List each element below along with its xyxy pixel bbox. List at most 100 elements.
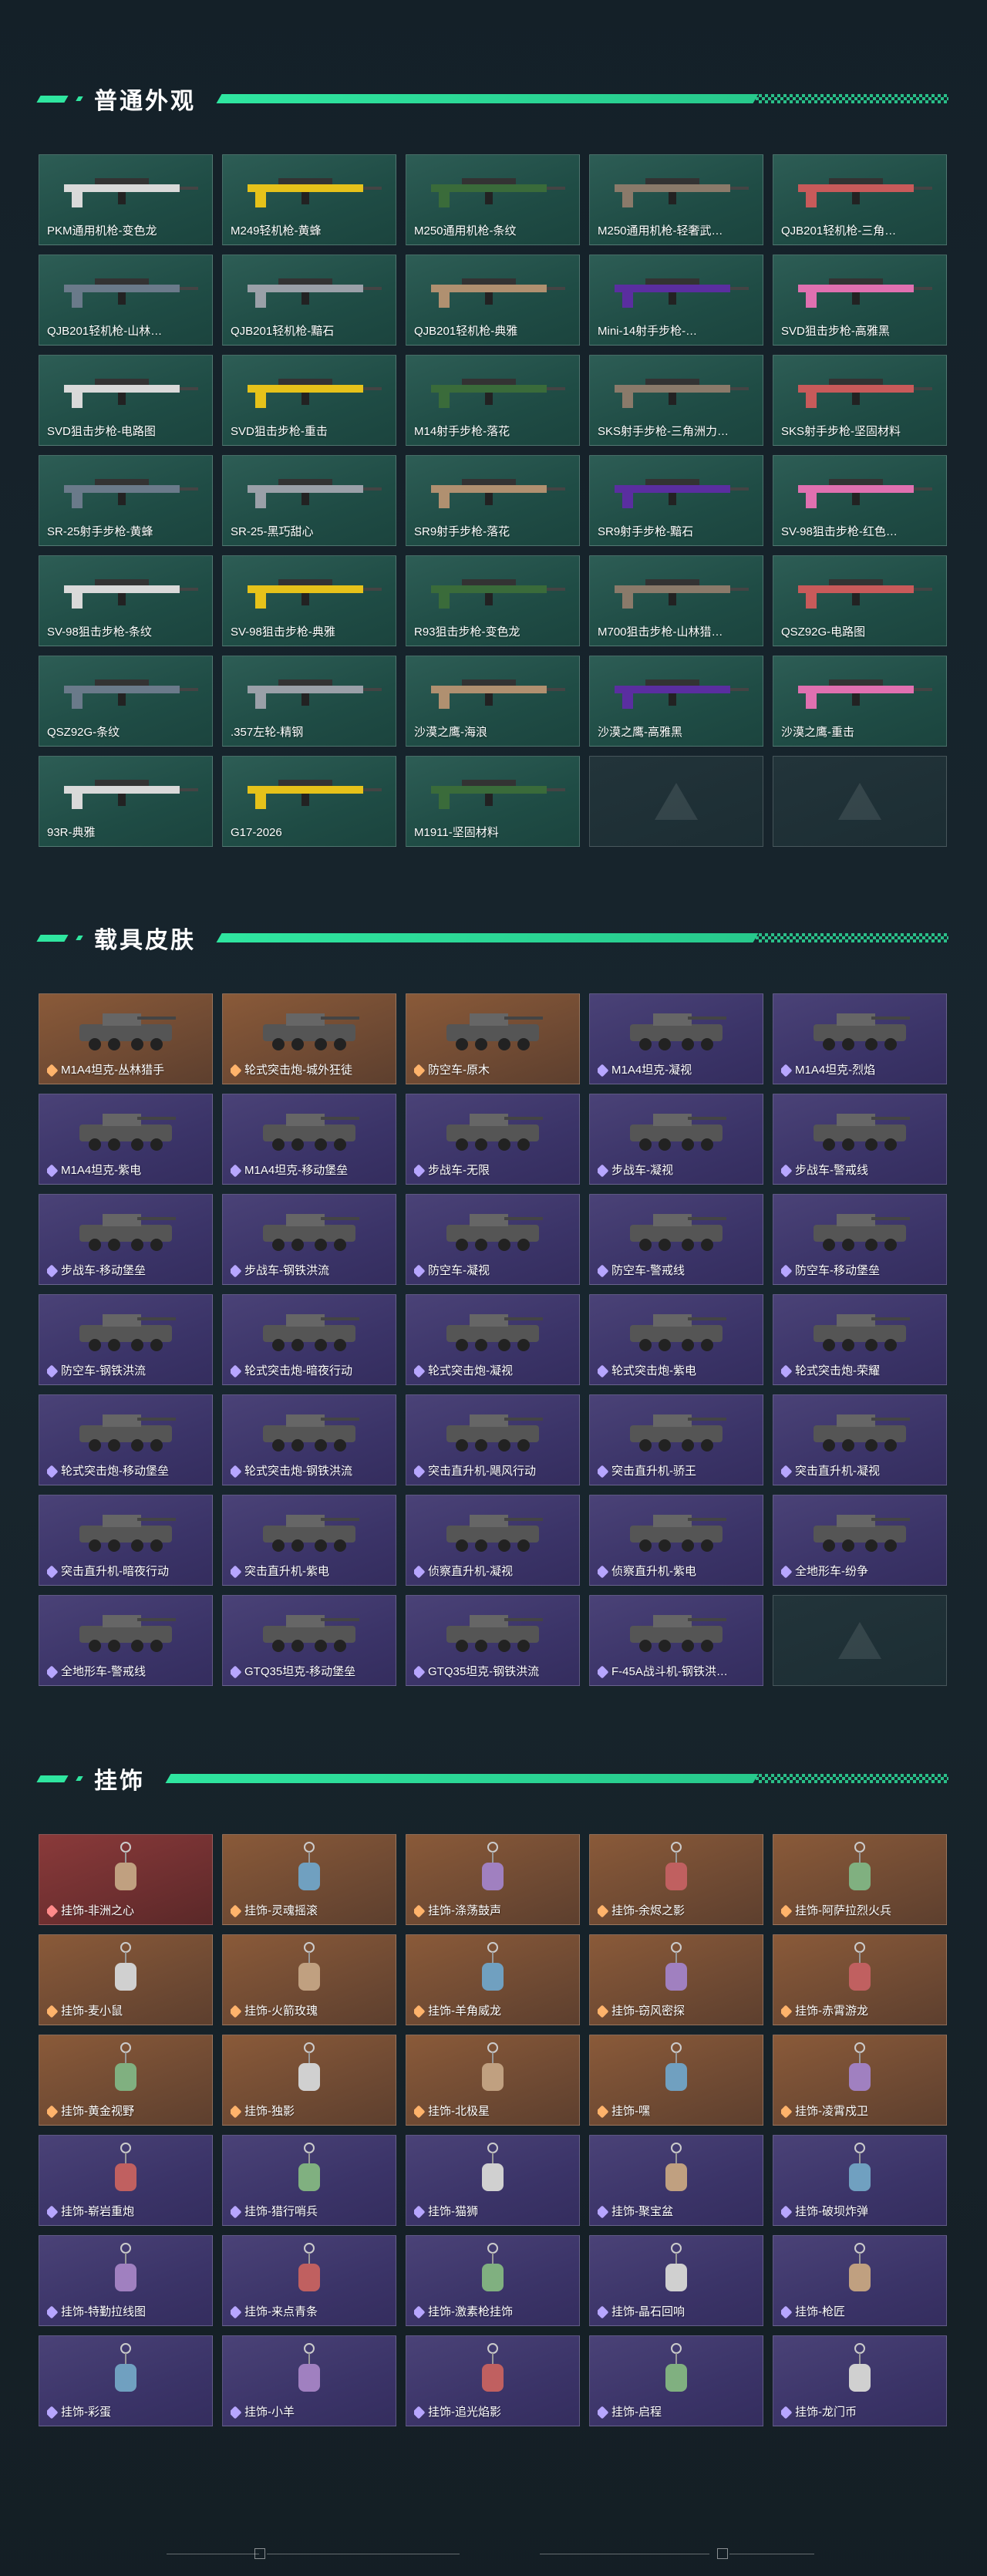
item-name: 轮式突击炮-暗夜行动	[244, 1364, 352, 1377]
charm-image	[406, 1940, 579, 2001]
item-card: 挂饰-枪匠	[773, 2235, 947, 2326]
item-name: M1A4坦克-烈焰	[795, 1064, 876, 1077]
item-label: SVD狙击步枪-电路图	[47, 423, 207, 440]
item-card: 挂饰-涤荡鼓声	[406, 1834, 580, 1925]
weapon-image	[39, 460, 212, 522]
item-card: M700狙击步枪-山林猎…	[589, 555, 763, 646]
item-name: 突击直升机-飓风行动	[428, 1465, 536, 1478]
section-title: 载具皮肤	[94, 928, 196, 953]
vehicle-image	[406, 1099, 579, 1161]
rarity-diamond-icon	[231, 2406, 242, 2419]
item-card: SVD狙击步枪-电路图	[39, 355, 213, 446]
item-label: 挂饰-小羊	[231, 2404, 391, 2421]
item-card: M1A4坦克-移动堡垒	[222, 1094, 396, 1185]
rarity-diamond-icon	[781, 2406, 793, 2419]
item-label: 突击直升机-凝视	[781, 1463, 942, 1480]
item-label: 侦察直升机-凝视	[414, 1563, 574, 1580]
vehicle-image	[590, 1099, 763, 1161]
charm-image	[406, 1839, 579, 1901]
item-card: 沙漠之鹰-重击	[773, 656, 947, 747]
item-card: QSZ92G-电路图	[773, 555, 947, 646]
rarity-diamond-icon	[414, 1164, 426, 1178]
item-card: 轮式突击炮-荣耀	[773, 1294, 947, 1385]
item-card: M1A4坦克-紫电	[39, 1094, 213, 1185]
item-card: 挂饰-激素枪挂饰	[406, 2235, 580, 2326]
item-card: 全地形车-纷争	[773, 1495, 947, 1586]
item-card: 挂饰-猎行哨兵	[222, 2135, 396, 2226]
rarity-diamond-icon	[598, 1364, 609, 1378]
item-card: 突击直升机-紫电	[222, 1495, 396, 1586]
item-label: 挂饰-余烬之影	[598, 1903, 758, 1920]
header-dot	[76, 1776, 83, 1781]
item-label: SV-98狙击步枪-红色…	[781, 524, 942, 541]
item-label: 挂饰-激素枪挂饰	[414, 2304, 574, 2321]
vehicle-image	[773, 1199, 946, 1261]
item-label: 挂饰-聚宝盆	[598, 2203, 758, 2220]
item-label: G17-2026	[231, 824, 391, 841]
item-card: 防空车-原木	[406, 993, 580, 1084]
item-name: QJB201轻机枪-山林…	[47, 325, 163, 338]
rarity-diamond-icon	[598, 2105, 609, 2119]
rarity-diamond-icon	[781, 2004, 793, 2018]
item-name: 挂饰-特勤拉线图	[61, 2305, 146, 2318]
item-card: 步战车-钢铁洪流	[222, 1194, 396, 1285]
rarity-diamond-icon	[231, 1665, 242, 1679]
charm-image	[773, 1839, 946, 1901]
item-card: SVD狙击步枪-重击	[222, 355, 396, 446]
item-name: QSZ92G-电路图	[781, 625, 866, 639]
item-label: F-45A战斗机-钢铁洪…	[598, 1664, 758, 1681]
weapon-image	[223, 360, 396, 422]
item-card: 轮式突击炮-暗夜行动	[222, 1294, 396, 1385]
section-header-skins: 普通外观	[36, 83, 948, 114]
weapon-image	[406, 260, 579, 322]
item-card: 轮式突击炮-钢铁洪流	[222, 1394, 396, 1485]
weapon-image	[223, 561, 396, 622]
rarity-diamond-icon	[231, 2205, 242, 2219]
delta-logo-icon	[838, 783, 881, 820]
item-name: QJB201轻机枪-典雅	[414, 325, 518, 338]
section-header-charms: 挂饰	[36, 1763, 948, 1794]
rarity-diamond-icon	[781, 2305, 793, 2319]
item-card: 挂饰-猫狮	[406, 2135, 580, 2226]
rarity-diamond-icon	[414, 1465, 426, 1479]
rarity-diamond-icon	[598, 2205, 609, 2219]
item-label: QJB201轻机枪-黯石	[231, 323, 391, 340]
item-name: 突击直升机-紫电	[244, 1565, 329, 1578]
item-name: M14射手步枪-落花	[414, 425, 510, 438]
rarity-diamond-icon	[414, 1364, 426, 1378]
item-name: 挂饰-崭岩重炮	[61, 2205, 134, 2218]
rarity-diamond-icon	[231, 2004, 242, 2018]
item-card: 轮式突击炮-凝视	[406, 1294, 580, 1385]
item-card: M1A4坦克-丛林猎手	[39, 993, 213, 1084]
item-card: 挂饰-火箭玫瑰	[222, 1934, 396, 2025]
vehicle-image	[406, 999, 579, 1060]
item-label: 挂饰-非洲之心	[47, 1903, 207, 1920]
item-name: 挂饰-灵魂摇滚	[244, 1904, 318, 1917]
item-card: 防空车-移动堡垒	[773, 1194, 947, 1285]
weapon-image	[590, 360, 763, 422]
rarity-diamond-icon	[47, 2004, 59, 2018]
rarity-diamond-icon	[47, 1264, 59, 1278]
item-label: 挂饰-追光焰影	[414, 2404, 574, 2421]
item-name: SV-98狙击步枪-典雅	[231, 625, 335, 639]
weapon-image	[39, 661, 212, 723]
item-card: GTQ35坦克-移动堡垒	[222, 1595, 396, 1686]
item-card: SVD狙击步枪-高雅黑	[773, 255, 947, 346]
item-label: M250通用机枪-条纹	[414, 223, 574, 240]
item-label: 挂饰-灵魂摇滚	[231, 1903, 391, 1920]
charm-grid: 挂饰-非洲之心 挂饰-灵魂摇滚 挂饰-涤荡鼓声 挂饰-余烬之影 挂饰-阿萨拉烈火兵 挂饰-…	[39, 1834, 948, 2426]
item-card: 挂饰-启程	[589, 2335, 763, 2426]
vehicle-image	[39, 1600, 212, 1662]
item-label: M1A4坦克-紫电	[47, 1162, 207, 1179]
item-card: 防空车-钢铁洪流	[39, 1294, 213, 1385]
charm-image	[223, 2241, 396, 2302]
rarity-diamond-icon	[47, 1364, 59, 1378]
item-card: F-45A战斗机-钢铁洪…	[589, 1595, 763, 1686]
rarity-diamond-icon	[598, 1465, 609, 1479]
item-name: 全地形车-警戒线	[61, 1665, 146, 1678]
charm-image	[223, 1839, 396, 1901]
weapon-image	[773, 260, 946, 322]
item-card: 突击直升机-飓风行动	[406, 1394, 580, 1485]
item-name: SR9射手步枪-落花	[414, 525, 510, 538]
charm-image	[406, 2341, 579, 2402]
